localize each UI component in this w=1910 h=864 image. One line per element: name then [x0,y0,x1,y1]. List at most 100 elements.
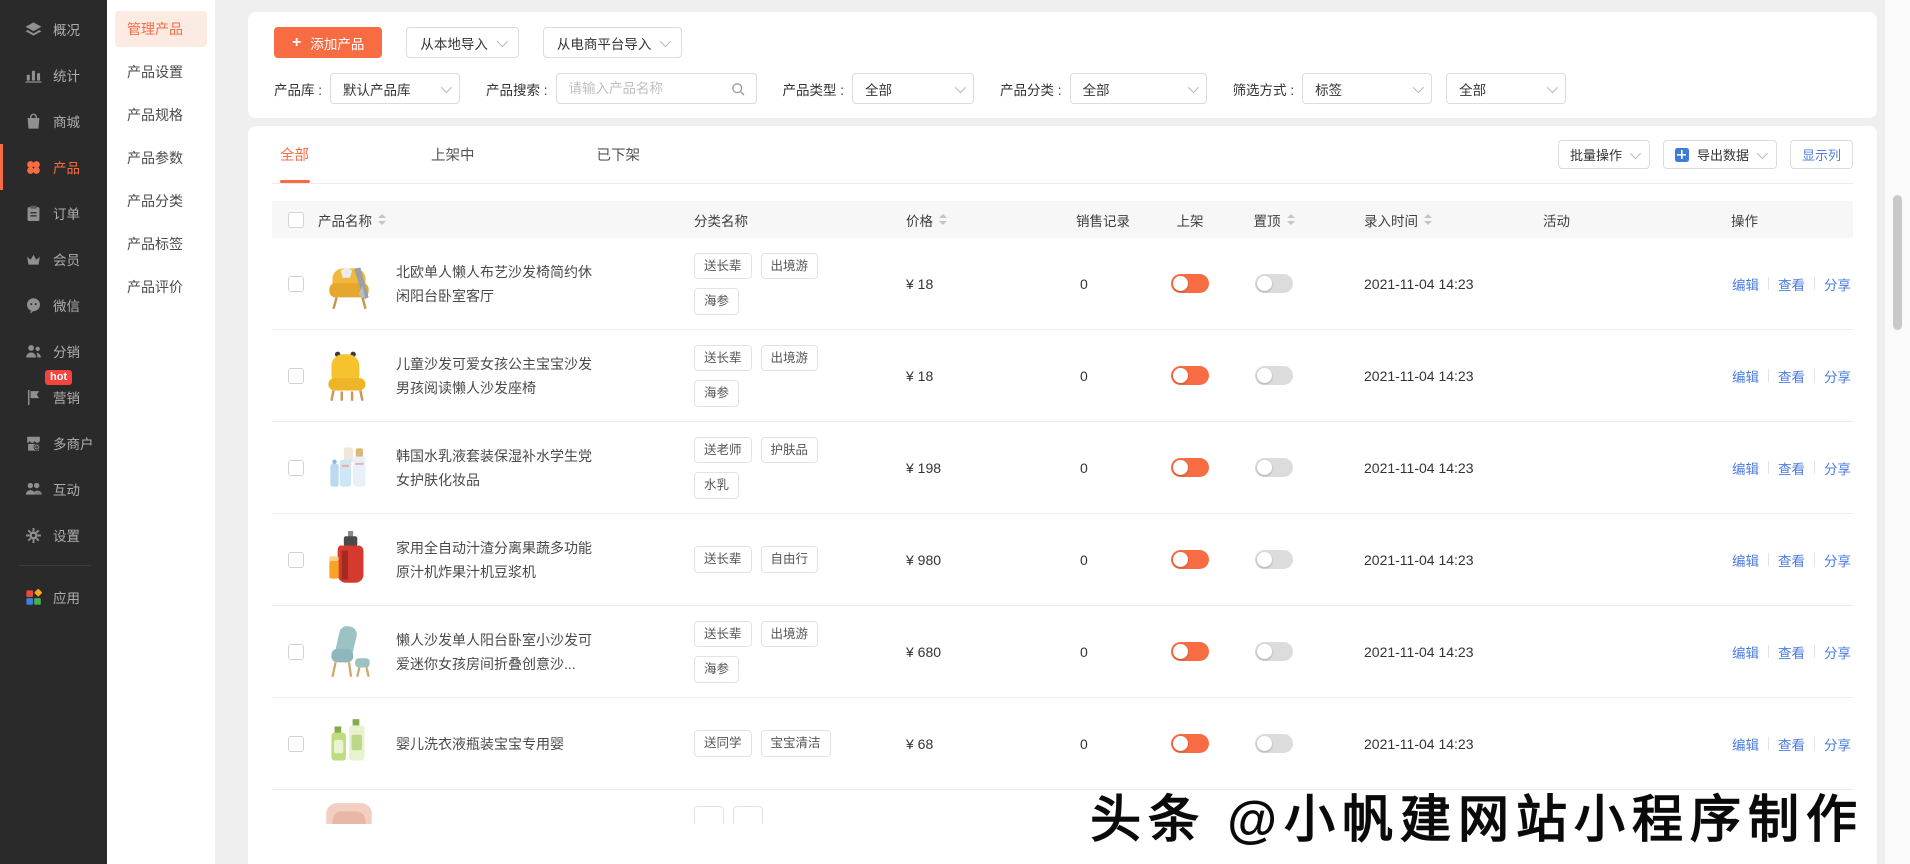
row-action-view[interactable]: 查看 [1778,642,1805,662]
sidebar-item[interactable]: 产品 [0,144,107,190]
submenu-item[interactable]: 产品分类 [115,183,207,219]
row-checkbox[interactable] [288,276,304,292]
filter-value-select[interactable]: 全部 [1446,73,1566,104]
tab[interactable]: 全部 [278,126,311,183]
submenu-item[interactable]: 产品设置 [115,54,207,90]
sidebar-item[interactable]: 概况 [0,6,107,52]
row-action-share[interactable]: 分享 [1824,734,1851,754]
table-row: 儿童沙发可爱女孩公主宝宝沙发男孩阅读懒人沙发座椅 送长辈出境游海参 ¥ 18 0… [272,330,1853,422]
row-checkbox[interactable] [288,644,304,660]
main-content: + 添加产品 从本地导入 从电商平台导入 产品库 : 默认产品库 产品搜索 : [215,0,1885,864]
tag-chip: 出境游 [761,253,819,280]
on-shelf-toggle[interactable] [1171,734,1209,753]
import-platform-button[interactable]: 从电商平台导入 [543,27,683,58]
import-local-label: 从本地导入 [420,33,488,53]
sidebar-item[interactable]: 统计 [0,52,107,98]
sidebar-item[interactable]: 营销 hot [0,374,107,420]
sidebar-item[interactable]: 应用 [0,574,107,620]
on-shelf-toggle[interactable] [1171,642,1209,661]
row-action-edit[interactable]: 编辑 [1732,734,1759,754]
pinned-toggle[interactable] [1255,366,1293,385]
show-columns-label: 显示列 [1802,145,1841,164]
submenu-item[interactable]: 产品标签 [115,226,207,262]
sort-icon[interactable] [1424,214,1432,225]
pinned-toggle[interactable] [1255,642,1293,661]
sidebar-item[interactable]: 互动 [0,466,107,512]
search-icon[interactable] [730,81,746,97]
on-shelf-toggle[interactable] [1171,274,1209,293]
type-select[interactable]: 全部 [852,73,974,104]
sales-record: 0 [1036,644,1148,660]
row-action-share[interactable]: 分享 [1824,550,1851,570]
tab[interactable]: 上架中 [429,126,477,183]
row-checkbox[interactable] [288,552,304,568]
on-shelf-toggle[interactable] [1171,550,1209,569]
import-local-button[interactable]: 从本地导入 [406,27,519,58]
row-action-edit[interactable]: 编辑 [1732,458,1759,478]
sidebar-item[interactable]: 微信 [0,282,107,328]
row-checkbox[interactable] [288,460,304,476]
sidebar-item[interactable]: 多商户 [0,420,107,466]
on-shelf-toggle[interactable] [1171,366,1209,385]
sort-icon[interactable] [378,214,386,225]
scrollbar-track[interactable] [1885,0,1910,864]
tab[interactable]: 已下架 [595,126,643,183]
submenu-item[interactable]: 产品规格 [115,97,207,133]
submenu-item[interactable]: 管理产品 [115,11,207,47]
product-price: ¥ 18 [866,368,1036,384]
scrollbar-thumb[interactable] [1893,195,1902,330]
column-header-price[interactable]: 价格 [866,210,1036,230]
column-header-entry-time[interactable]: 录入时间 [1316,210,1531,230]
column-header-product-name[interactable]: 产品名称 [318,210,656,230]
row-action-edit[interactable]: 编辑 [1732,642,1759,662]
category-select[interactable]: 全部 [1070,73,1207,104]
submenu-item[interactable]: 产品参数 [115,140,207,176]
row-action-share[interactable]: 分享 [1824,366,1851,386]
export-data-button[interactable]: 导出数据 [1663,140,1777,169]
pinned-toggle[interactable] [1255,550,1293,569]
row-checkbox[interactable] [288,736,304,752]
sidebar-item[interactable]: 分销 [0,328,107,374]
pink-product [318,798,380,824]
search-input[interactable] [569,81,722,96]
row-action-edit[interactable]: 编辑 [1732,550,1759,570]
row-action-edit[interactable]: 编辑 [1732,366,1759,386]
row-action-view[interactable]: 查看 [1778,366,1805,386]
table-row: 韩国水乳液套装保湿补水学生党女护肤化妆品 送老师护肤品水乳 ¥ 198 0 20… [272,422,1853,514]
action-separator [1814,645,1815,658]
pinned-toggle[interactable] [1255,458,1293,477]
action-separator [1814,737,1815,750]
pinned-toggle[interactable] [1255,734,1293,753]
sidebar-item[interactable]: 会员 [0,236,107,282]
row-action-share[interactable]: 分享 [1824,274,1851,294]
sort-icon[interactable] [1287,214,1295,225]
show-columns-button[interactable]: 显示列 [1790,140,1853,169]
row-action-view[interactable]: 查看 [1778,734,1805,754]
sidebar-item-label: 多商户 [53,433,94,453]
row-action-share[interactable]: 分享 [1824,458,1851,478]
column-header-pinned[interactable]: 置顶 [1232,210,1316,230]
row-action-view[interactable]: 查看 [1778,458,1805,478]
library-select[interactable]: 默认产品库 [330,73,460,104]
sidebar-item[interactable]: 设置 [0,512,107,558]
action-separator [1768,277,1769,290]
row-action-edit[interactable]: 编辑 [1732,274,1759,294]
pinned-toggle[interactable] [1255,274,1293,293]
add-product-button[interactable]: + 添加产品 [274,27,382,58]
row-action-view[interactable]: 查看 [1778,550,1805,570]
toolbar-row: + 添加产品 从本地导入 从电商平台导入 [274,27,1851,58]
batch-actions-button[interactable]: 批量操作 [1558,140,1650,169]
row-checkbox[interactable] [288,368,304,384]
tabs: 全部 上架中 已下架 [272,126,642,183]
row-action-share[interactable]: 分享 [1824,642,1851,662]
row-action-view[interactable]: 查看 [1778,274,1805,294]
select-all-checkbox[interactable] [288,212,304,228]
submenu-item[interactable]: 产品评价 [115,269,207,305]
filter-mode-select[interactable]: 标签 [1302,73,1432,104]
sort-icon[interactable] [939,214,947,225]
on-shelf-toggle[interactable] [1171,458,1209,477]
product-tags [656,806,866,824]
sidebar-item[interactable]: 订单 [0,190,107,236]
entry-time: 2021-11-04 14:23 [1316,368,1531,384]
sidebar-item[interactable]: 商城 [0,98,107,144]
